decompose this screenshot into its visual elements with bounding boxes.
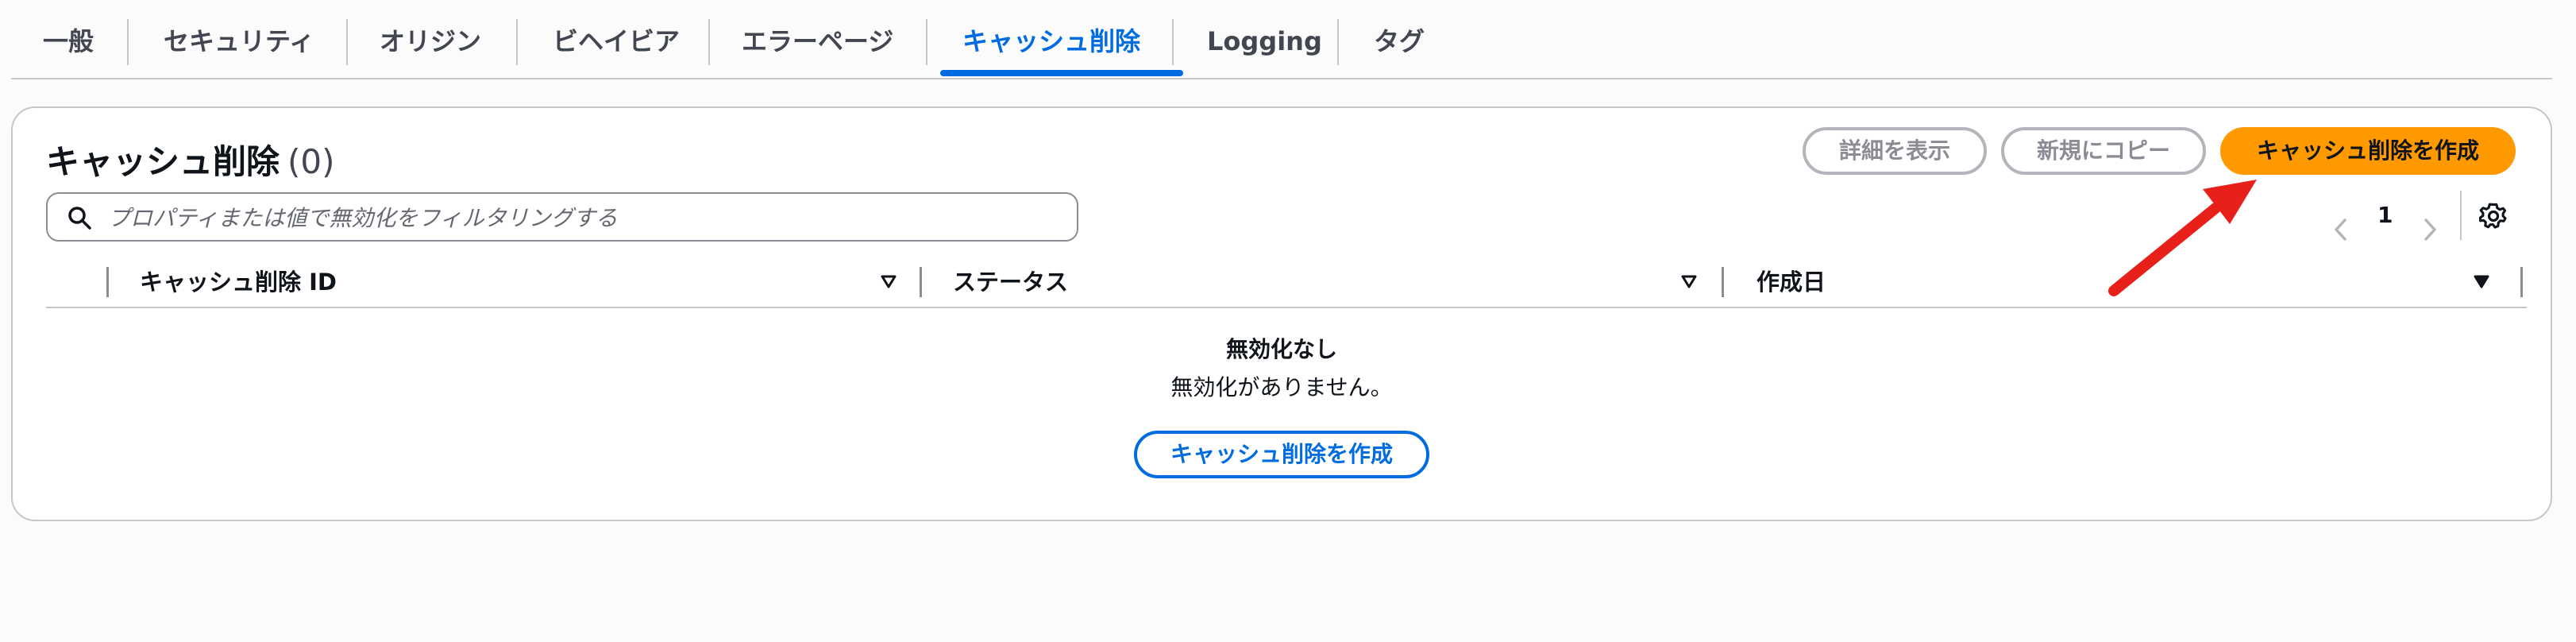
pagination-divider (2460, 191, 2462, 240)
panel-title: キャッシュ削除 (46, 142, 280, 181)
empty-state-create-button[interactable]: キャッシュ削除を作成 (1134, 431, 1429, 478)
filter-search-box[interactable] (46, 192, 1078, 242)
item-count: (0) (287, 142, 335, 181)
previous-page-icon[interactable] (2333, 205, 2349, 254)
tab-divider (708, 19, 710, 65)
gear-icon[interactable] (2479, 202, 2508, 230)
sort-icon[interactable] (880, 272, 897, 291)
empty-state-description: 無効化がありません。 (1170, 374, 1393, 400)
empty-state-title: 無効化なし (1225, 336, 1337, 362)
column-divider (2520, 267, 2523, 297)
tab-error-pages[interactable]: エラーページ (742, 0, 893, 78)
tab-general[interactable]: 一般 (43, 0, 94, 78)
column-divider (1722, 267, 1724, 297)
view-details-button[interactable]: 詳細を表示 (1803, 127, 1987, 175)
tab-security[interactable]: セキュリティ (164, 0, 314, 78)
sort-descending-icon[interactable] (2473, 272, 2490, 291)
table-header: キャッシュ削除 ID ステータス 作成日 (46, 257, 2527, 308)
column-divider (920, 267, 922, 297)
search-input[interactable] (106, 200, 1062, 235)
column-divider (106, 267, 109, 297)
tab-tags[interactable]: タグ (1374, 0, 1425, 78)
copy-to-new-button[interactable]: 新規にコピー (2001, 127, 2206, 175)
tab-divider (127, 19, 129, 65)
tab-invalidations[interactable]: キャッシュ削除 (962, 0, 1140, 78)
tab-logging[interactable]: Logging (1207, 0, 1322, 78)
column-header-status[interactable]: ステータス (953, 257, 1068, 307)
panel-header: キャッシュ削除 (0) (46, 132, 335, 192)
tab-behaviors[interactable]: ビヘイビア (553, 0, 680, 78)
create-invalidation-button[interactable]: キャッシュ削除を作成 (2220, 127, 2516, 175)
tab-divider (1172, 19, 1174, 65)
invalidations-container: キャッシュ削除(0) 詳細を表示 新規にコピー キャッシュ削除を作成 1 キャッ… (11, 106, 2552, 521)
column-header-created-date[interactable]: 作成日 (1757, 257, 1826, 307)
sort-icon[interactable] (1680, 272, 1698, 291)
tab-divider (346, 19, 348, 65)
tab-divider (1337, 19, 1339, 65)
tab-bar: 一般 セキュリティ オリジン ビヘイビア エラーページ キャッシュ削除 Logg… (11, 0, 2552, 79)
next-page-icon[interactable] (2422, 205, 2438, 254)
column-header-invalidation-id[interactable]: キャッシュ削除 ID (140, 257, 337, 307)
search-icon (68, 207, 91, 230)
tab-divider (926, 19, 927, 65)
tab-divider (516, 19, 518, 65)
current-page-number[interactable]: 1 (2377, 191, 2393, 240)
active-tab-indicator (940, 70, 1183, 76)
tab-origins[interactable]: オリジン (380, 0, 481, 78)
